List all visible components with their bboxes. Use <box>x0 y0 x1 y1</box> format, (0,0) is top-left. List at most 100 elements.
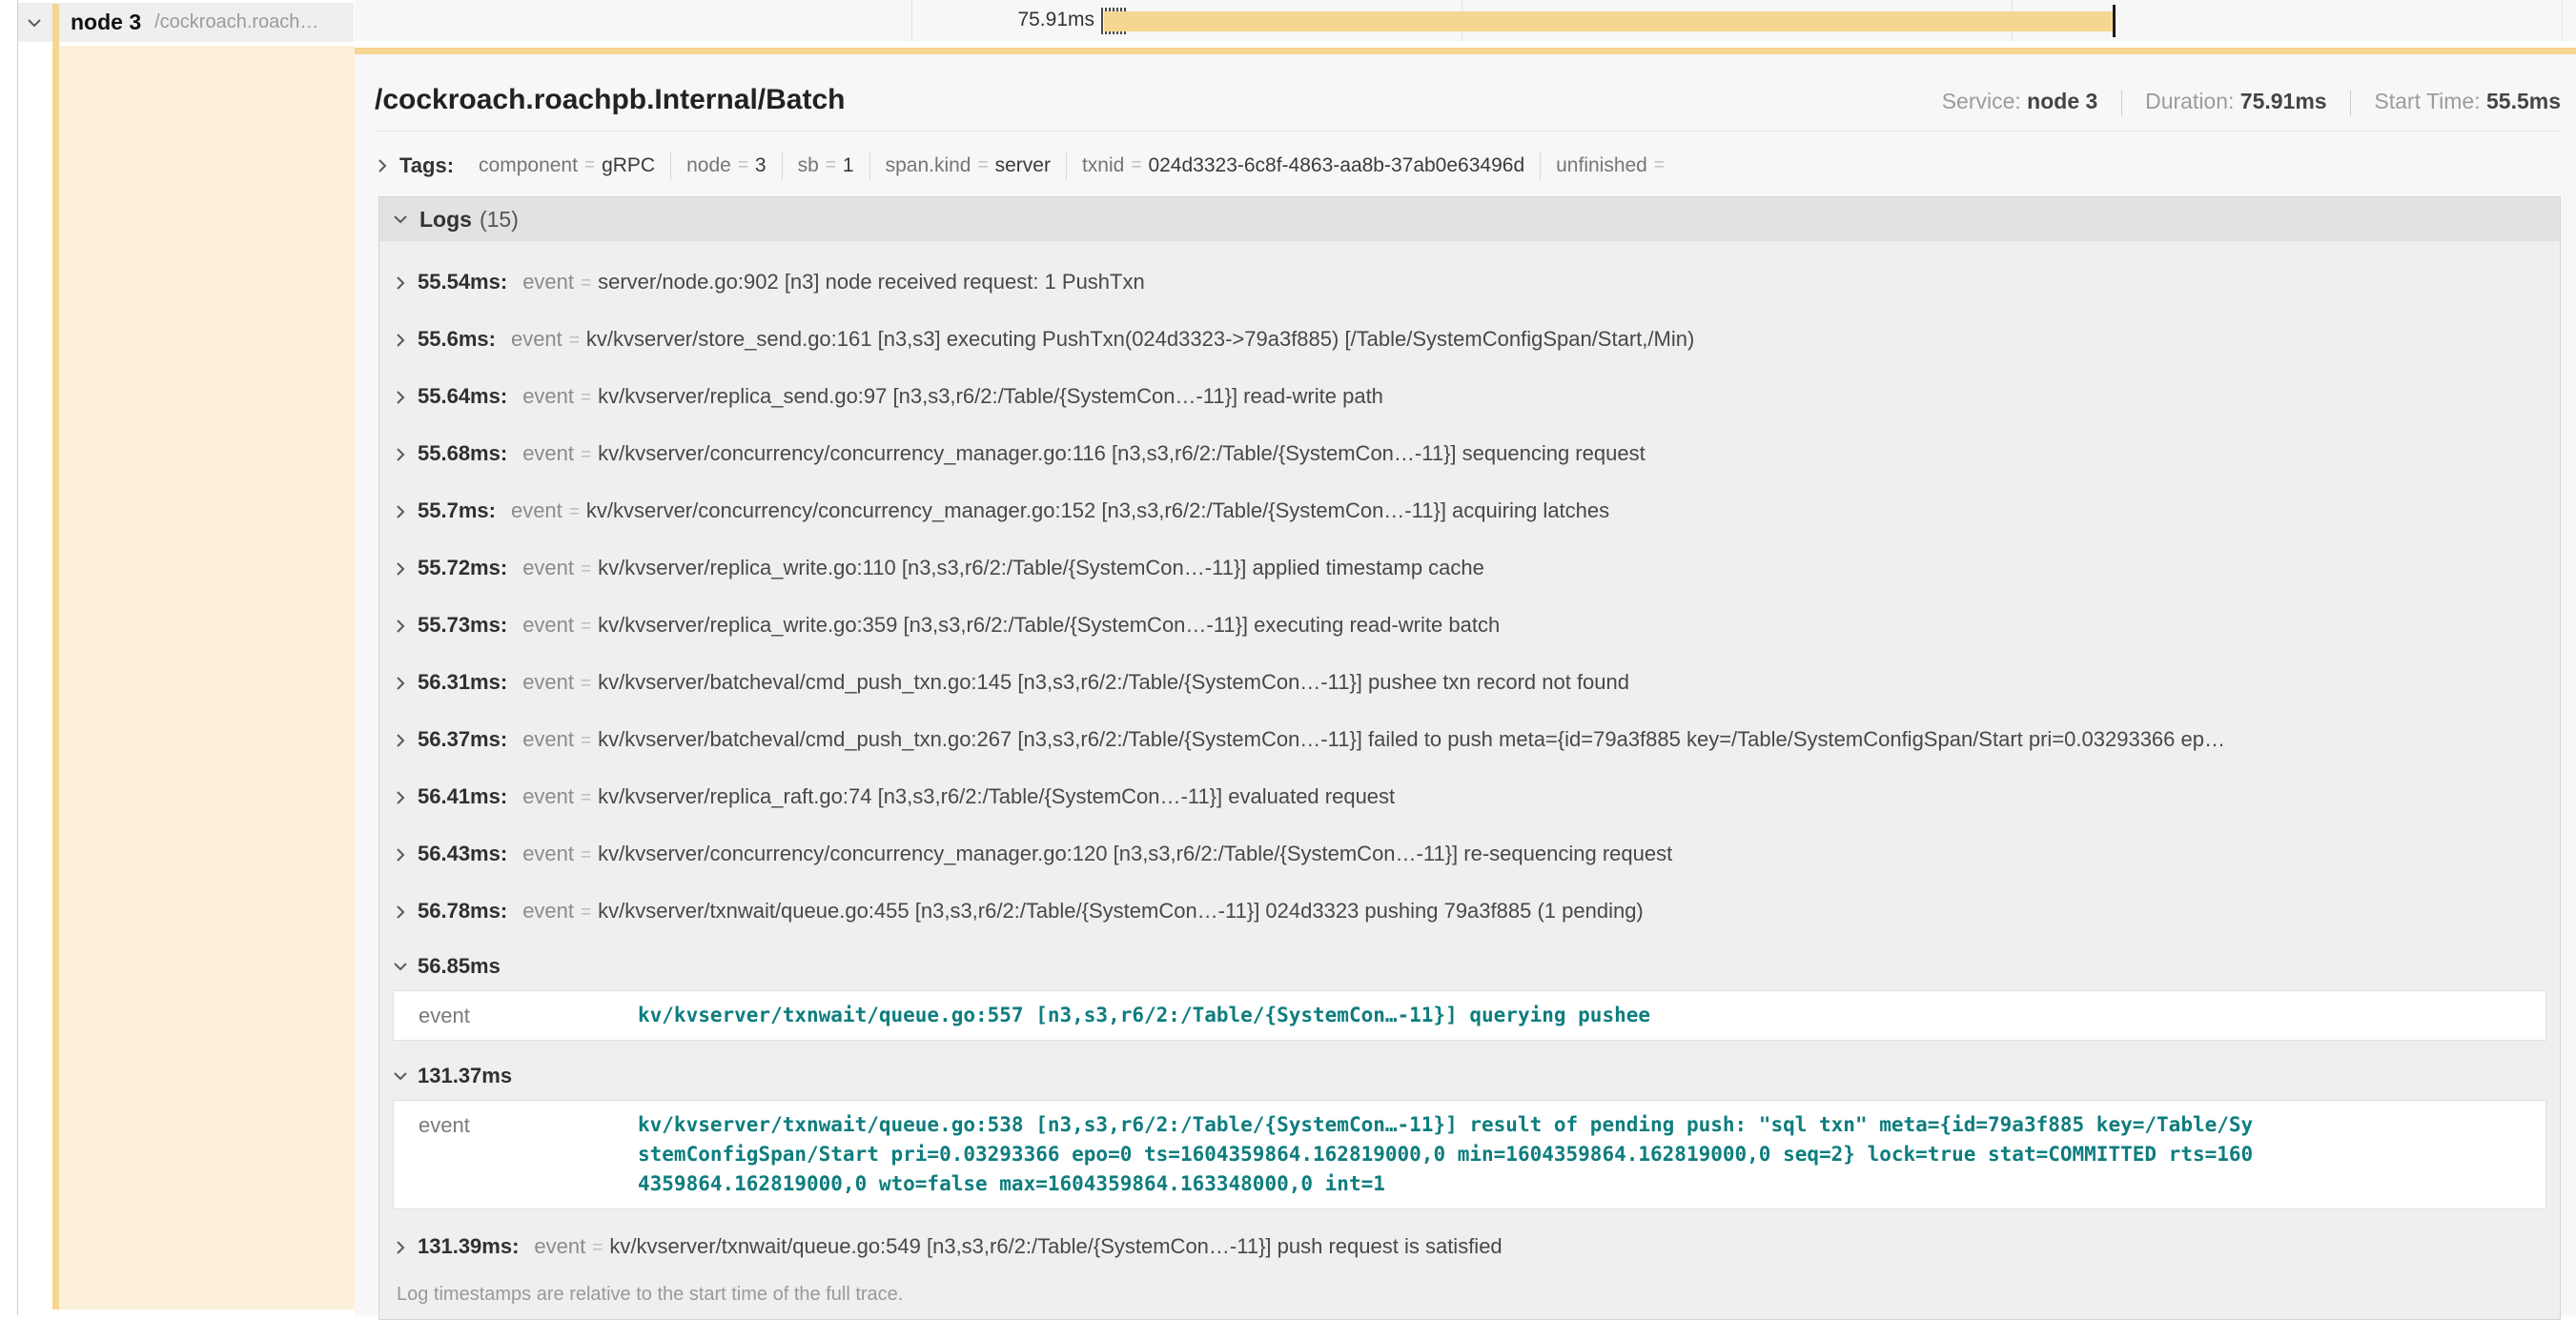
separator <box>2121 91 2122 115</box>
log-field-key: event <box>522 440 574 467</box>
chevron-right-icon[interactable] <box>393 904 408 920</box>
log-entry-row[interactable]: 56.78ms: event = kv/kvserver/txnwait/que… <box>393 883 2546 941</box>
log-field-key: event <box>534 1233 585 1260</box>
span-timeline-row[interactable]: 75.91ms <box>355 0 2576 41</box>
log-message: kv/kvserver/batcheval/cmd_push_txn.go:26… <box>598 726 2225 753</box>
log-entry-row[interactable]: 55.73ms: event = kv/kvserver/replica_wri… <box>393 598 2546 655</box>
log-entry-row[interactable]: 55.7ms: event = kv/kvserver/concurrency/… <box>393 483 2546 540</box>
log-marker-line <box>2113 5 2116 37</box>
logs-accordion-header[interactable]: Logs (15) <box>379 197 2560 241</box>
log-timestamp: 55.6ms: <box>418 326 496 353</box>
chevron-right-icon[interactable] <box>393 275 408 291</box>
log-entry-row[interactable]: 55.68ms: event = kv/kvserver/concurrency… <box>393 426 2546 483</box>
span-duration-bar[interactable] <box>1104 11 2115 31</box>
log-entry-row[interactable]: 55.54ms: event = server/node.go:902 [n3]… <box>393 254 2546 312</box>
log-message: kv/kvserver/concurrency/concurrency_mana… <box>598 440 1646 467</box>
tag-key: sb <box>798 154 819 177</box>
log-entry-row[interactable]: 56.41ms: event = kv/kvserver/replica_raf… <box>393 769 2546 826</box>
tag-item[interactable]: unfinished = <box>1541 152 1687 180</box>
selected-span-color-strip <box>52 4 59 1310</box>
log-timestamp: 55.73ms: <box>418 612 507 639</box>
log-message: kv/kvserver/txnwait/queue.go:549 [n3,s3,… <box>609 1233 1502 1260</box>
tag-key: unfinished <box>1556 154 1647 177</box>
tag-item[interactable]: txnid = 024d3323-6c8f-4863-aa8b-37ab0e63… <box>1067 152 1541 180</box>
chevron-right-icon[interactable] <box>393 447 408 462</box>
collapse-span-chevron-down-icon[interactable] <box>27 15 42 30</box>
log-entry-row[interactable]: 56.37ms: event = kv/kvserver/batcheval/c… <box>393 712 2546 769</box>
log-field-key: event <box>522 841 574 867</box>
chevron-right-icon[interactable] <box>393 847 408 863</box>
equals-sign: = <box>738 155 748 176</box>
log-timestamp: 55.7ms: <box>418 498 496 524</box>
chevron-right-icon[interactable] <box>393 1240 408 1255</box>
equals-sign: = <box>581 671 591 698</box>
log-entry-expanded: 56.85ms event kv/kvserver/txnwait/queue.… <box>393 941 2546 1041</box>
log-entry-row[interactable]: 55.6ms: event = kv/kvserver/store_send.g… <box>393 312 2546 369</box>
chevron-right-icon[interactable] <box>393 504 408 519</box>
log-timestamp: 56.78ms: <box>418 898 507 924</box>
log-timestamp: 55.72ms: <box>418 555 507 581</box>
log-message: kv/kvserver/replica_send.go:97 [n3,s3,r6… <box>598 383 1383 410</box>
log-field-key: event <box>522 612 574 639</box>
log-entry-row[interactable]: 55.64ms: event = kv/kvserver/replica_sen… <box>393 369 2546 426</box>
chevron-right-icon[interactable] <box>393 790 408 805</box>
log-message: kv/kvserver/concurrency/concurrency_mana… <box>598 841 1672 867</box>
log-timestamp: 56.41ms: <box>418 783 507 810</box>
log-message: kv/kvserver/store_send.go:161 [n3,s3] ex… <box>586 326 1694 353</box>
tag-value: gRPC <box>602 154 655 177</box>
log-field-key: event <box>522 726 574 753</box>
log-message: kv/kvserver/concurrency/concurrency_mana… <box>586 498 1609 524</box>
equals-sign: = <box>826 155 836 176</box>
logs-title: Logs <box>419 207 472 233</box>
log-field-key: event <box>522 898 574 924</box>
equals-sign: = <box>581 785 591 812</box>
chevron-down-icon[interactable] <box>393 1068 408 1084</box>
chevron-right-icon[interactable] <box>393 733 408 748</box>
equals-sign: = <box>978 155 989 176</box>
chevron-right-icon[interactable] <box>393 561 408 577</box>
tags-label: Tags: <box>399 153 454 178</box>
span-summary-info: Service: node 3 Duration: 75.91ms Start … <box>1942 89 2561 115</box>
chevron-right-icon[interactable] <box>393 619 408 634</box>
separator <box>2350 91 2351 115</box>
log-entry-row[interactable]: 56.43ms: event = kv/kvserver/concurrency… <box>393 826 2546 883</box>
chevron-down-icon[interactable] <box>393 212 408 227</box>
log-entry-row[interactable]: 131.39ms: event = kv/kvserver/txnwait/qu… <box>393 1219 2546 1276</box>
log-entry-row[interactable]: 55.72ms: event = kv/kvserver/replica_wri… <box>393 540 2546 598</box>
log-key-values-table: event kv/kvserver/txnwait/queue.go:557 [… <box>393 990 2546 1041</box>
tag-item[interactable]: component = gRPC <box>463 152 671 180</box>
span-detail-header: /cockroach.roachpb.Internal/Batch Servic… <box>375 83 2561 117</box>
timeline-gridline <box>2562 0 2563 41</box>
tag-key: txnid <box>1082 154 1124 177</box>
selected-span-row-highlight[interactable] <box>59 46 355 1310</box>
log-message: kv/kvserver/batcheval/cmd_push_txn.go:14… <box>598 669 1629 696</box>
log-timestamp: 56.43ms: <box>418 841 507 867</box>
equals-sign: = <box>581 900 591 926</box>
chevron-right-icon[interactable] <box>393 333 408 348</box>
span-detail-panel: /cockroach.roachpb.Internal/Batch Servic… <box>355 48 2576 1315</box>
log-timestamp: 56.85ms <box>418 954 501 979</box>
chevron-right-icon[interactable] <box>393 390 408 405</box>
equals-sign: = <box>581 557 591 583</box>
span-row-name-cell[interactable]: node 3 /cockroach.roach… <box>18 3 354 42</box>
log-field-key: event <box>511 498 562 524</box>
log-entry-row[interactable]: 131.37ms <box>393 1050 2546 1098</box>
log-field-key: event <box>522 555 574 581</box>
log-field-value: kv/kvserver/txnwait/queue.go:538 [n3,s3,… <box>638 1110 2545 1199</box>
tag-item[interactable]: sb = 1 <box>783 152 870 180</box>
tag-key: node <box>686 154 731 177</box>
tag-item[interactable]: node = 3 <box>671 152 783 180</box>
chevron-right-icon[interactable] <box>393 676 408 691</box>
chevron-down-icon[interactable] <box>393 959 408 974</box>
log-entry-row[interactable]: 56.31ms: event = kv/kvserver/batcheval/c… <box>393 655 2546 712</box>
log-entry-row[interactable]: 56.85ms <box>393 941 2546 988</box>
span-duration-label: 75.91ms <box>908 9 1094 31</box>
equals-sign: = <box>584 155 595 176</box>
logs-accordion: Logs (15) 55.54ms: event = server/node.g… <box>378 196 2561 1320</box>
tag-value: 3 <box>755 154 767 177</box>
log-rows: 55.54ms: event = server/node.go:902 [n3]… <box>379 241 2560 1319</box>
log-message: kv/kvserver/replica_write.go:359 [n3,s3,… <box>598 612 1500 639</box>
tags-accordion[interactable]: Tags: component = gRPC node = 3 sb = 1 s… <box>375 147 2561 185</box>
chevron-right-icon[interactable] <box>375 158 390 173</box>
tag-item[interactable]: span.kind = server <box>870 152 1067 180</box>
